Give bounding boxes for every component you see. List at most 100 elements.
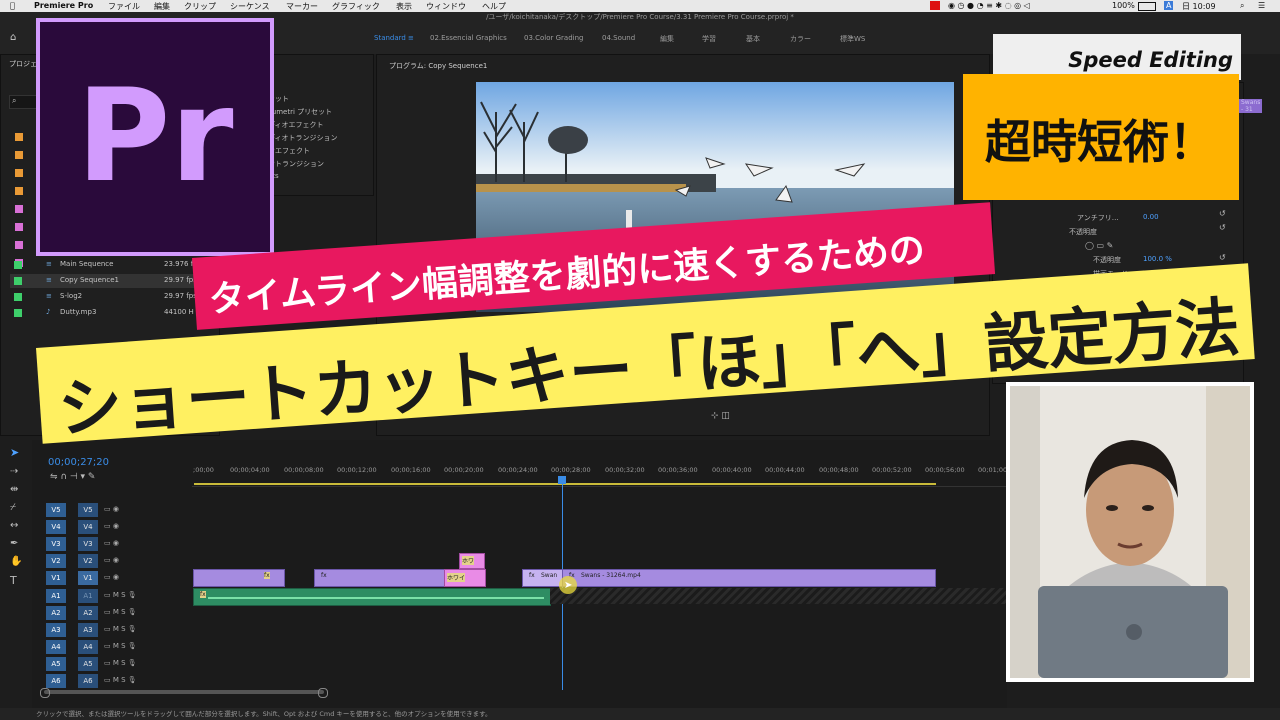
timeline-timecode[interactable]: 00;00;27;20 [48, 457, 109, 468]
track-target-a6[interactable]: A6 [46, 674, 66, 688]
input-source-icon[interactable]: A [1164, 1, 1174, 10]
menu-window[interactable]: ウィンドウ [426, 1, 466, 12]
ripple-edit-tool-icon[interactable]: ⇹ [10, 484, 18, 495]
menu-view[interactable]: 表示 [396, 1, 412, 12]
track-controls-v3[interactable]: ▭ ◉ [104, 539, 119, 547]
track-label-v4[interactable]: V4 [78, 520, 98, 534]
reset-icon[interactable]: ↺ [1219, 253, 1226, 262]
track-select-tool-icon[interactable]: ⇢ [10, 466, 18, 477]
workspace-tab-basic[interactable]: 基本 [746, 34, 760, 44]
selection-tool-icon[interactable]: ➤ [10, 446, 19, 459]
effects-item[interactable]: オトランジション [268, 159, 324, 169]
hand-tool-icon[interactable]: ✋ [10, 556, 22, 567]
playhead-handle[interactable] [558, 476, 566, 484]
scrollbar-handle-right[interactable] [318, 688, 328, 698]
track-label-a2[interactable]: A2 [78, 606, 98, 620]
track-label-a1[interactable]: A1 [78, 589, 98, 603]
slip-tool-icon[interactable]: ↔ [10, 520, 18, 531]
track-label-a6[interactable]: A6 [78, 674, 98, 688]
track-controls-v1[interactable]: ▭ ◉ [104, 573, 119, 581]
track-target-v3[interactable]: V3 [46, 537, 66, 551]
track-controls-v2[interactable]: ▭ ◉ [104, 556, 119, 564]
reset-icon[interactable]: ↺ [1219, 223, 1226, 232]
track-target-a5[interactable]: A5 [46, 657, 66, 671]
workspace-tab-graphics[interactable]: 02.Essencial Graphics [430, 34, 507, 42]
effects-item[interactable]: Lumetri プリセット [268, 107, 332, 117]
track-controls-a5[interactable]: ▭ M S 🎙 [104, 659, 137, 667]
menu-marker[interactable]: マーカー [286, 1, 318, 12]
track-controls-a3[interactable]: ▭ M S 🎙 [104, 625, 137, 633]
status-icons[interactable]: ◉ ◷ ● ◔ ≡ ✱ ◌ ◎ ◁ [948, 1, 1030, 10]
timeline-clip-v1[interactable]: ホワイ [444, 569, 486, 587]
project-item[interactable]: ♪ Dutty.mp3 44100 H [10, 306, 215, 320]
timeline-tool-icons[interactable]: ⇋ ∩ ⊣ ▾ ✎ [50, 472, 95, 482]
track-target-a3[interactable]: A3 [46, 623, 66, 637]
opacity-section-label[interactable]: 不透明度 [1069, 227, 1097, 237]
timeline-clip-v1-main[interactable]: fx Swans - 31264.mp4 [562, 569, 936, 587]
project-item[interactable]: ≡ Main Sequence 23.976 fps [10, 258, 215, 272]
track-target-v5[interactable]: V5 [46, 503, 66, 517]
timeline-audio-clip-a1[interactable]: fx [193, 588, 551, 606]
track-controls-v4[interactable]: ▭ ◉ [104, 522, 119, 530]
track-controls-a4[interactable]: ▭ M S 🎙 [104, 642, 137, 650]
menu-clip[interactable]: クリップ [184, 1, 216, 12]
apple-icon[interactable]:  [10, 1, 15, 10]
track-controls-a6[interactable]: ▭ M S 🎙 [104, 676, 137, 684]
program-monitor-tab[interactable]: プログラム: Copy Sequence1 [389, 61, 487, 71]
track-target-a4[interactable]: A4 [46, 640, 66, 654]
scrollbar-handle-left[interactable] [40, 688, 50, 698]
workspace-tab-learn[interactable]: 学習 [702, 34, 716, 44]
track-controls-v5[interactable]: ▭ ◉ [104, 505, 119, 513]
record-icon[interactable] [930, 1, 940, 10]
timeline-scrollbar[interactable] [44, 690, 324, 694]
track-controls-a1[interactable]: ▭ M S 🎙 [104, 591, 137, 599]
control-center-icon[interactable]: ☰ [1258, 1, 1265, 10]
track-target-v1[interactable]: V1 [46, 571, 66, 585]
project-item-selected[interactable]: ≡ Copy Sequence1 29.97 fps [10, 274, 215, 288]
track-label-v1[interactable]: V1 [78, 571, 98, 585]
razor-tool-icon[interactable]: ⌿ [10, 502, 16, 513]
workspace-tab-standard-ws[interactable]: 標準WS [840, 34, 865, 44]
track-label-a4[interactable]: A4 [78, 640, 98, 654]
menu-help[interactable]: ヘルプ [482, 1, 506, 12]
type-tool-icon[interactable]: T [10, 574, 17, 587]
timeline-clip-v1[interactable]: fx [193, 569, 285, 587]
workspace-tab-edit[interactable]: 編集 [660, 34, 674, 44]
timeline-clip-v1[interactable]: fx Swan [522, 569, 564, 587]
timeline-clip-v1[interactable]: fx fx [314, 569, 462, 587]
menu-graphic[interactable]: グラフィック [332, 1, 380, 12]
track-label-v3[interactable]: V3 [78, 537, 98, 551]
project-item[interactable]: ≡ S-log2 29.97 fps [10, 290, 215, 304]
menu-sequence[interactable]: シーケンス [230, 1, 270, 12]
anti-flicker-value[interactable]: 0.00 [1143, 213, 1159, 221]
track-label-a5[interactable]: A5 [78, 657, 98, 671]
effects-item[interactable]: ディオエフェクト [268, 120, 324, 130]
menubar-clock[interactable]: 日 10:09 [1182, 1, 1216, 12]
menu-file[interactable]: ファイル [108, 1, 140, 12]
workspace-menu-icon[interactable]: ≡ [408, 34, 414, 42]
menu-app-name[interactable]: Premiere Pro [34, 1, 93, 10]
track-target-a1[interactable]: A1 [46, 589, 66, 603]
workspace-tab-color-grading[interactable]: 03.Color Grading [524, 34, 584, 42]
project-panel-tab[interactable]: プロジェ [9, 59, 37, 69]
pen-tool-icon[interactable]: ✒ [10, 538, 18, 549]
track-controls-a2[interactable]: ▭ M S 🎙 [104, 608, 137, 616]
track-label-v2[interactable]: V2 [78, 554, 98, 568]
track-target-v4[interactable]: V4 [46, 520, 66, 534]
spotlight-icon[interactable]: ⌕ [1240, 1, 1244, 11]
reset-icon[interactable]: ↺ [1219, 209, 1226, 218]
battery-icon[interactable] [1138, 2, 1156, 11]
workspace-tab-color[interactable]: カラー [790, 34, 811, 44]
export-frame-icon[interactable]: ⊹ ◫ [711, 411, 730, 421]
track-target-a2[interactable]: A2 [46, 606, 66, 620]
opacity-value[interactable]: 100.0 % [1143, 255, 1172, 263]
home-icon[interactable]: ⌂ [10, 32, 16, 43]
workspace-tab-standard[interactable]: Standard [374, 34, 406, 42]
effects-item[interactable]: ディオトランジション [268, 133, 338, 143]
timeline-clip-v2[interactable]: ホワ [459, 553, 485, 569]
menu-edit[interactable]: 編集 [154, 1, 170, 12]
effects-item[interactable]: オエフェクト [268, 146, 310, 156]
track-label-a3[interactable]: A3 [78, 623, 98, 637]
track-label-v5[interactable]: V5 [78, 503, 98, 517]
workspace-tab-sound[interactable]: 04.Sound [602, 34, 635, 42]
